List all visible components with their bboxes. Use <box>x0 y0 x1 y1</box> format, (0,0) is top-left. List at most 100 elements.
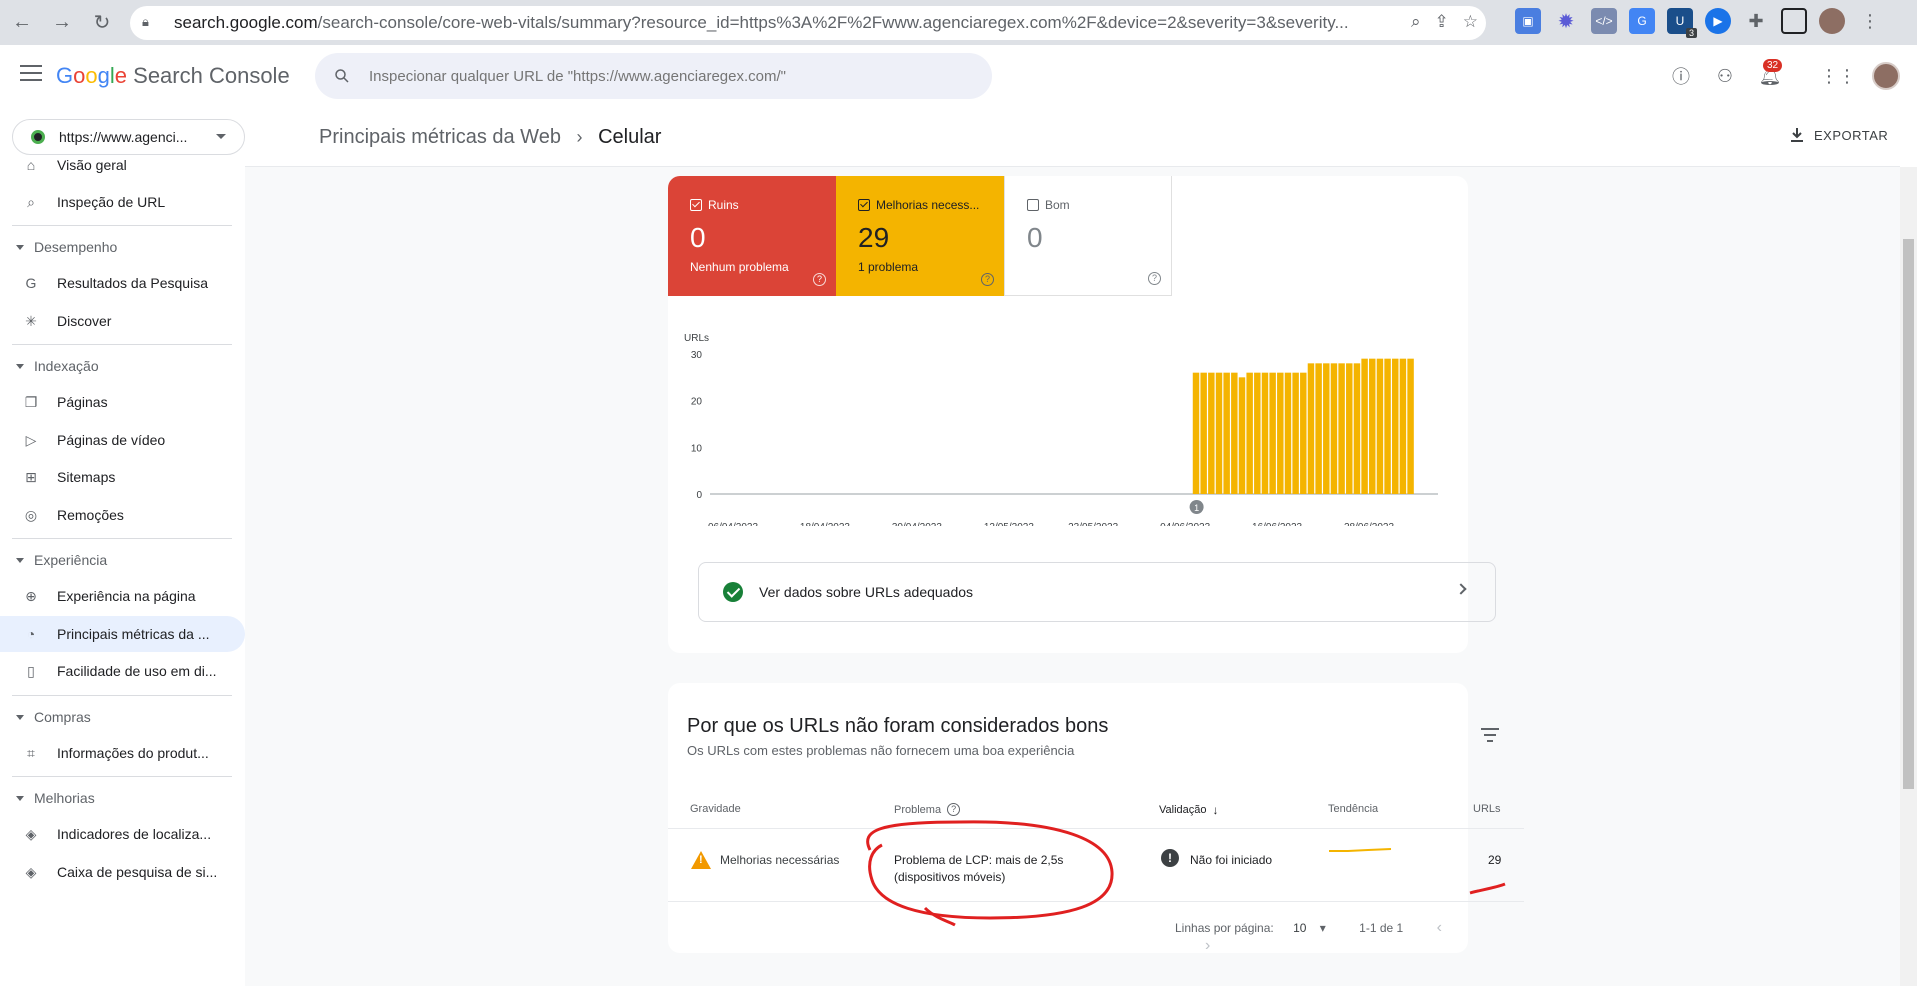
sidebar-item[interactable]: ◔ Principais métricas da ... <box>0 615 245 652</box>
sidebar: https://www.agenci... ⌂ Visão geral ⌕ Inspe… <box>0 107 245 986</box>
pagination: Linhas por página: 10 ▾ 1-1 de 1 ‹ › <box>1175 919 1442 954</box>
search-input[interactable] <box>369 67 969 85</box>
sidebar-item[interactable]: ◈ Caixa de pesquisa de si... <box>0 854 245 890</box>
chart-bar <box>1346 363 1353 494</box>
sidebar-item[interactable]: ⌕ Inspeção de URL <box>0 184 245 220</box>
caret-down-icon: ▾ <box>1319 921 1326 935</box>
translate-icon[interactable]: G <box>1629 8 1655 34</box>
sidebar-item[interactable]: ◈ Indicadores de localiza... <box>0 816 245 852</box>
row-severity: Melhorias necessárias <box>720 853 840 867</box>
extension-icon[interactable]: ▣ <box>1515 8 1541 34</box>
account-avatar[interactable] <box>1872 62 1900 90</box>
sidebar-item[interactable]: ⌂ Visão geral <box>0 147 245 183</box>
chevron-right-icon <box>1455 583 1467 595</box>
checkbox-checked-icon[interactable] <box>858 199 870 211</box>
sidebar-item[interactable]: G Resultados da Pesquisa <box>0 265 245 301</box>
tile-needs-improvement[interactable]: Melhorias necess... 29 1 problema ? <box>836 176 1004 296</box>
chart-bar <box>1353 363 1361 494</box>
chart-bar <box>1200 372 1207 494</box>
checkbox-checked-icon[interactable] <box>690 199 702 211</box>
sidebar-item[interactable]: ▷ Páginas de vídeo <box>0 422 245 458</box>
scrollbar[interactable] <box>1900 167 1917 986</box>
x-tick-label: 23/05/2023 <box>1068 522 1118 526</box>
tile-value: 0 <box>1027 222 1043 253</box>
help-circle-icon[interactable]: ? <box>981 273 994 286</box>
sidebar-item[interactable]: ⌗ Informações do produt... <box>0 735 245 771</box>
x-tick-label: 06/04/2023 <box>708 522 758 526</box>
chart-bar <box>1231 372 1238 494</box>
col-severity[interactable]: Gravidade <box>690 803 741 815</box>
rows-per-page-select[interactable]: 10 <box>1293 921 1306 935</box>
chart-bar <box>1261 372 1269 494</box>
sidebar-item[interactable]: ❐ Páginas <box>0 384 245 420</box>
divider <box>668 901 1524 902</box>
breadcrumb-parent[interactable]: Principais métricas da Web <box>319 126 561 148</box>
forward-icon[interactable]: → <box>44 5 80 41</box>
home-icon: ⌂ <box>26 157 36 173</box>
extension-play-icon[interactable]: ▶ <box>1705 8 1731 34</box>
sidebar-item[interactable]: ⊞ Sitemaps <box>0 459 245 495</box>
chart-bar <box>1284 372 1292 494</box>
pages-icon: ❐ <box>24 394 38 410</box>
checkbox-unchecked-icon[interactable] <box>1027 199 1039 211</box>
sidepanel-icon[interactable] <box>1781 8 1807 34</box>
kebab-menu-icon[interactable]: ⋮ <box>1857 8 1883 34</box>
sidebar-item[interactable]: ✳ Discover <box>0 303 245 339</box>
sidebar-item[interactable]: ◎ Remoções <box>0 497 245 533</box>
chart-bar <box>1407 358 1414 494</box>
export-button[interactable]: EXPORTAR <box>1790 127 1888 143</box>
extension-code-icon[interactable]: </> <box>1591 8 1617 34</box>
prev-page-icon[interactable]: ‹ <box>1437 919 1442 936</box>
zoom-icon[interactable]: ⌕ <box>1411 12 1421 32</box>
extension-u-icon[interactable]: U3 <box>1667 8 1697 38</box>
sidebar-section-header[interactable]: Compras <box>0 709 245 725</box>
apps-grid-icon[interactable]: ⋮⋮ <box>1820 63 1856 89</box>
help-circle-icon[interactable]: ? <box>947 803 961 816</box>
divider <box>12 344 232 345</box>
hamburger-menu-icon[interactable] <box>20 65 42 83</box>
help-circle-icon[interactable]: ? <box>1148 272 1161 285</box>
col-problem[interactable]: Problema? <box>894 803 961 816</box>
sidebar-section-header[interactable]: Indexação <box>0 358 245 374</box>
help-icon[interactable]: ⓘ <box>1668 63 1694 89</box>
issues-title: Por que os URLs não foram considerados b… <box>687 715 1109 737</box>
chart-bar <box>1300 372 1307 494</box>
reload-icon[interactable]: ↻ <box>84 5 120 41</box>
tile-desc: Nenhum problema <box>690 260 789 274</box>
url-text[interactable]: search.google.com/search-console/core-we… <box>174 13 1404 33</box>
tile-good[interactable]: Bom 0 ? <box>1004 176 1172 296</box>
sidebar-section-header[interactable]: Melhorias <box>0 790 245 806</box>
x-tick-label: 28/06/2023 <box>1344 522 1394 526</box>
extension-gear-icon[interactable]: ✹ <box>1553 8 1579 34</box>
puzzle-icon[interactable]: ✚ <box>1743 8 1769 34</box>
user-settings-icon[interactable]: ⚇ <box>1712 63 1738 89</box>
good-urls-link[interactable]: Ver dados sobre URLs adequados <box>698 562 1496 622</box>
sidebar-item[interactable]: ⊕ Experiência na página <box>0 578 245 614</box>
scrollbar-thumb[interactable] <box>1903 239 1914 789</box>
col-validation[interactable]: Validação ↓ <box>1159 803 1219 817</box>
share-icon[interactable]: ⇪ <box>1435 12 1449 32</box>
eye-off-icon: ◎ <box>24 506 38 523</box>
next-page-icon[interactable]: › <box>1205 937 1210 954</box>
back-icon[interactable]: ← <box>4 5 40 41</box>
sidebar-section-header[interactable]: Experiência <box>0 552 245 568</box>
filter-icon[interactable] <box>1481 728 1499 742</box>
layers-icon: ◈ <box>25 826 37 842</box>
sitemap-icon: ⊞ <box>25 469 37 485</box>
page-title: Celular <box>598 126 662 148</box>
profile-avatar[interactable] <box>1819 8 1845 34</box>
x-tick-label: 12/05/2023 <box>984 522 1034 526</box>
sidebar-section-header[interactable]: Desempenho <box>0 239 245 255</box>
row-urls: 29 <box>1488 853 1502 867</box>
divider <box>12 694 232 696</box>
tile-value: 0 <box>690 222 706 253</box>
lock-icon[interactable]: 🔒︎ <box>142 14 160 32</box>
tile-poor[interactable]: Ruins 0 Nenhum problema ? <box>668 176 836 296</box>
search-console-logo[interactable]: Google Search Console <box>56 63 290 89</box>
url-inspect-search[interactable] <box>315 53 992 99</box>
star-icon[interactable]: ☆ <box>1463 12 1478 32</box>
sidebar-item[interactable]: ▯ Facilidade de uso em di... <box>0 653 245 689</box>
plus-circle-icon: ⊕ <box>25 588 37 604</box>
help-circle-icon[interactable]: ? <box>813 273 826 286</box>
address-bar[interactable]: 🔒︎ search.google.com/search-console/core… <box>130 6 1486 40</box>
